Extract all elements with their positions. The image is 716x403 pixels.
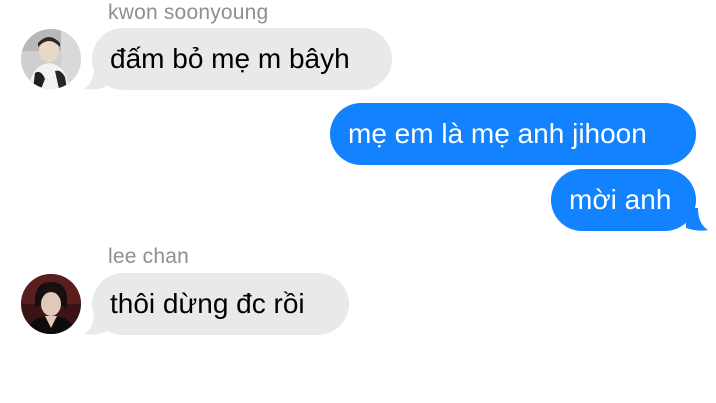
sender-name-kwon-soonyoung: kwon soonyoung — [108, 1, 269, 24]
sender-name-lee-chan: lee chan — [108, 245, 189, 268]
message-bubble-incoming[interactable]: đấm bỏ mẹ m bâyh — [92, 28, 392, 90]
avatar-kwon-soonyoung[interactable] — [21, 29, 81, 89]
bubble-tail-incoming — [84, 312, 106, 335]
chat-thread: kwon soonyoung đấm bỏ mẹ m bâyh mẹ em là… — [0, 0, 716, 403]
message-bubble-outgoing[interactable]: mẹ em là mẹ anh jihoon — [330, 103, 696, 165]
bubble-tail-outgoing — [686, 208, 708, 231]
bubble-tail-incoming — [84, 67, 106, 90]
person-photo-icon — [21, 274, 81, 334]
avatar-lee-chan[interactable] — [21, 274, 81, 334]
message-bubble-outgoing[interactable]: mời anh — [551, 169, 696, 231]
message-bubble-incoming[interactable]: thôi dừng đc rồi — [92, 273, 349, 335]
person-photo-icon — [21, 29, 81, 89]
